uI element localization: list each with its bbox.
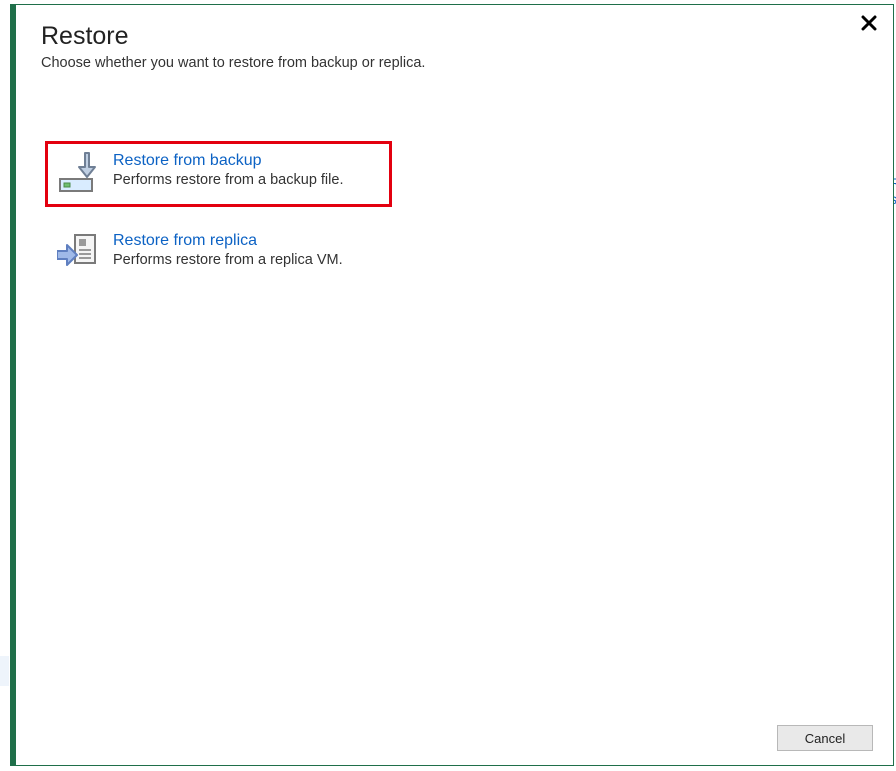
option-title: Restore from backup [113,151,380,170]
dialog-accent-bar [11,5,16,765]
option-restore-from-replica[interactable]: Restore from replica Performs restore fr… [45,221,392,287]
dialog-header: Restore Choose whether you want to resto… [41,23,853,71]
option-text: Restore from replica Performs restore fr… [113,231,380,269]
option-description: Performs restore from a backup file. [113,171,380,189]
backup-icon [57,151,101,195]
option-text: Restore from backup Performs restore fro… [113,151,380,189]
background-fragment [0,656,9,686]
dialog-footer: Cancel [777,725,873,751]
restore-options: Restore from backup Performs restore fro… [45,141,859,301]
replica-icon [57,231,101,275]
page-subtitle: Choose whether you want to restore from … [41,55,853,71]
close-icon [861,18,877,34]
page-title: Restore [41,23,853,51]
option-title: Restore from replica [113,231,380,250]
close-button[interactable] [861,15,881,35]
option-description: Performs restore from a replica VM. [113,251,380,269]
cancel-button[interactable]: Cancel [777,725,873,751]
restore-dialog: Restore Choose whether you want to resto… [10,4,894,766]
option-restore-from-backup[interactable]: Restore from backup Performs restore fro… [45,141,392,207]
